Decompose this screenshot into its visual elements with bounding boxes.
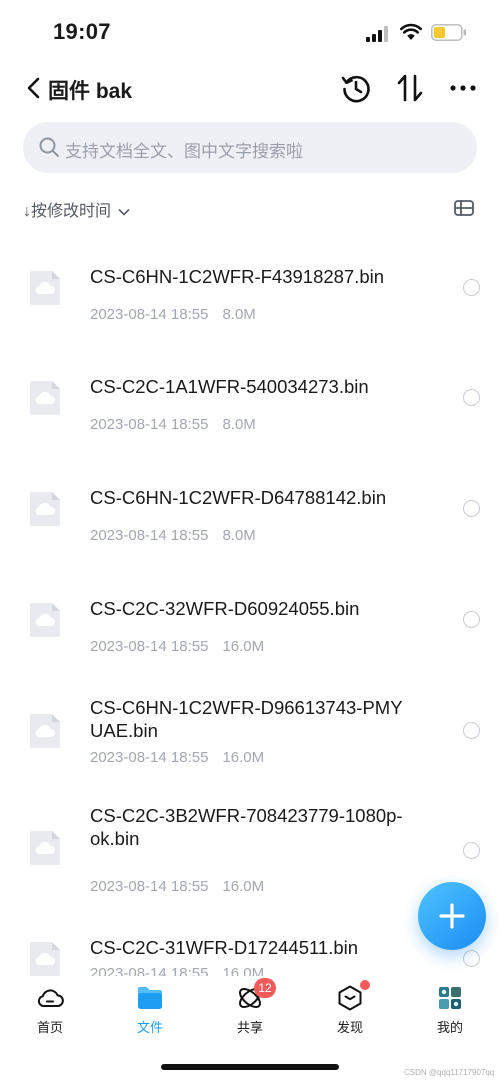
cloud-file-icon bbox=[30, 942, 60, 976]
profile-avatar-icon bbox=[439, 987, 461, 1009]
select-checkbox[interactable] bbox=[463, 389, 480, 406]
page-title: 固件 bak bbox=[48, 80, 133, 103]
tab-label: 首页 bbox=[36, 1020, 63, 1035]
select-checkbox[interactable] bbox=[463, 279, 480, 296]
tab-label: 发现 bbox=[336, 1020, 363, 1035]
file-date: 2023-08-14 18:55 bbox=[90, 527, 209, 544]
file-meta: 2023-08-14 18:55 8.0M bbox=[90, 527, 256, 544]
status-time: 19:07 bbox=[53, 19, 111, 44]
file-meta: 2023-08-14 18:55 16.0M bbox=[90, 638, 264, 655]
file-row[interactable]: CS-C2C-32WFR-D60924055.bin 2023-08-14 18… bbox=[0, 564, 500, 675]
discover-box-icon bbox=[338, 985, 362, 1011]
select-checkbox[interactable] bbox=[463, 950, 480, 967]
file-date: 2023-08-14 18:55 bbox=[90, 638, 209, 655]
nav-bar: 固件 bak bbox=[0, 66, 500, 114]
tab-label: 文件 bbox=[136, 1020, 163, 1035]
history-clock-icon[interactable] bbox=[340, 72, 372, 104]
file-date: 2023-08-14 18:55 bbox=[90, 749, 209, 766]
wifi-icon bbox=[400, 23, 422, 40]
tab-files[interactable]: 文件 bbox=[118, 984, 182, 1036]
file-size: 8.0M bbox=[222, 416, 256, 433]
file-size: 16.0M bbox=[222, 638, 265, 655]
tab-discover[interactable]: 发现 bbox=[318, 980, 382, 1036]
file-date: 2023-08-14 18:55 bbox=[90, 306, 209, 323]
add-button[interactable] bbox=[418, 882, 486, 950]
search-placeholder: 支持文档全文、图中文字搜索啦 bbox=[65, 142, 303, 161]
file-date: 2023-08-14 18:55 bbox=[90, 416, 209, 433]
notification-badge: 12 bbox=[254, 978, 276, 998]
file-meta: 2023-08-14 18:55 8.0M bbox=[90, 416, 256, 433]
file-row[interactable]: CS-C2C-1A1WFR-540034273.bin 2023-08-14 1… bbox=[0, 342, 500, 453]
tab-label: 我的 bbox=[436, 1020, 463, 1035]
notification-dot bbox=[360, 980, 370, 990]
file-list: CS-C6HN-1C2WFR-F43918287.bin 2023-08-14 … bbox=[0, 232, 500, 976]
plus-icon bbox=[439, 903, 465, 929]
file-name: CS-C2C-3B2WFR-708423779-1080p-ok.bin bbox=[90, 805, 403, 849]
more-dots-icon[interactable] bbox=[447, 72, 479, 104]
chevron-down-icon bbox=[119, 208, 130, 216]
file-name: CS-C6HN-1C2WFR-D64788142.bin bbox=[90, 487, 387, 508]
tab-share[interactable]: 12 共享 bbox=[218, 978, 282, 1036]
cloud-file-icon bbox=[30, 714, 60, 748]
cloud-home-icon bbox=[37, 989, 64, 1008]
cellular-signal-icon bbox=[366, 26, 388, 42]
select-checkbox[interactable] bbox=[463, 842, 480, 859]
select-checkbox[interactable] bbox=[463, 722, 480, 739]
sort-label: ↓按修改时间 bbox=[23, 203, 112, 220]
back-arrow-icon[interactable] bbox=[24, 74, 44, 102]
search-bar[interactable]: 支持文档全文、图中文字搜索啦 bbox=[23, 122, 477, 173]
file-meta: 2023-08-14 18:55 16.0M bbox=[90, 965, 264, 976]
file-size: 16.0M bbox=[222, 878, 265, 895]
file-name: CS-C2C-31WFR-D17244511.bin bbox=[90, 937, 359, 958]
cloud-file-icon bbox=[30, 831, 60, 865]
file-name: CS-C2C-32WFR-D60924055.bin bbox=[90, 598, 360, 619]
file-date: 2023-08-14 18:55 bbox=[90, 965, 209, 976]
cloud-file-icon bbox=[30, 381, 60, 415]
home-indicator[interactable] bbox=[161, 1064, 339, 1070]
file-name: CS-C6HN-1C2WFR-F43918287.bin bbox=[90, 266, 385, 287]
cloud-file-icon bbox=[30, 271, 60, 305]
select-checkbox[interactable] bbox=[463, 500, 480, 517]
battery-icon bbox=[431, 24, 466, 41]
file-meta: 2023-08-14 18:55 8.0M bbox=[90, 306, 256, 323]
tab-mine[interactable]: 我的 bbox=[418, 984, 482, 1036]
tab-home[interactable]: 首页 bbox=[18, 984, 82, 1036]
tab-label: 共享 bbox=[236, 1020, 263, 1035]
view-mode-toggle-icon[interactable] bbox=[452, 198, 476, 218]
file-meta: 2023-08-14 18:55 16.0M bbox=[90, 749, 264, 766]
file-date: 2023-08-14 18:55 bbox=[90, 878, 209, 895]
file-meta: 2023-08-14 18:55 16.0M bbox=[90, 878, 264, 895]
file-size: 16.0M bbox=[222, 965, 265, 976]
file-row[interactable]: CS-C6HN-1C2WFR-D96613743-PMYUAE.bin 2023… bbox=[0, 675, 500, 786]
file-row[interactable]: CS-C6HN-1C2WFR-D64788142.bin 2023-08-14 … bbox=[0, 453, 500, 564]
sort-by-modified-dropdown[interactable]: ↓按修改时间 bbox=[23, 197, 130, 220]
sort-arrows-icon[interactable] bbox=[394, 72, 426, 104]
cloud-file-icon bbox=[30, 603, 60, 637]
watermark: CSDN @qqq11717907qq bbox=[404, 1068, 495, 1077]
status-bar: 19:07 bbox=[0, 0, 500, 66]
file-size: 16.0M bbox=[222, 749, 265, 766]
select-checkbox[interactable] bbox=[463, 611, 480, 628]
file-name: CS-C2C-1A1WFR-540034273.bin bbox=[90, 376, 369, 397]
file-size: 8.0M bbox=[222, 527, 256, 544]
cloud-file-icon bbox=[30, 492, 60, 526]
file-row[interactable]: CS-C6HN-1C2WFR-F43918287.bin 2023-08-14 … bbox=[0, 232, 500, 342]
file-size: 8.0M bbox=[222, 306, 256, 323]
folder-icon bbox=[138, 987, 162, 1009]
file-name: CS-C6HN-1C2WFR-D96613743-PMYUAE.bin bbox=[90, 697, 403, 741]
search-icon bbox=[39, 137, 59, 157]
